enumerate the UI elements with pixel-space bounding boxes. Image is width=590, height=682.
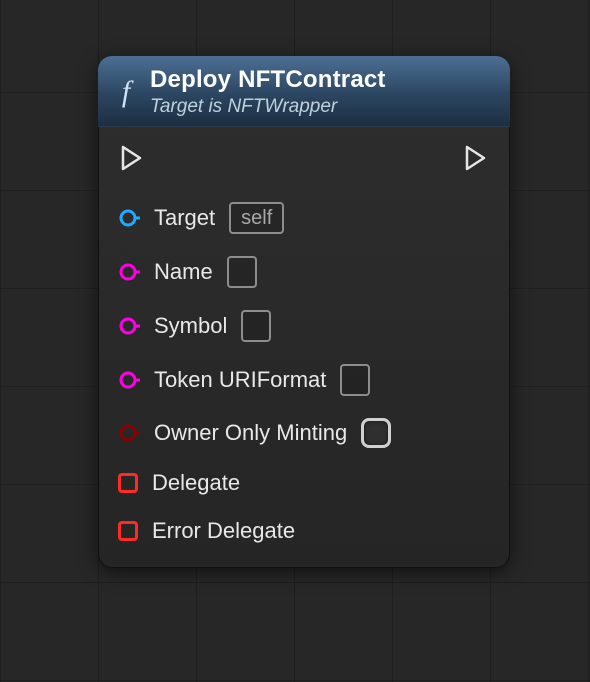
exec-out-pin[interactable] <box>464 145 488 176</box>
node-title: Deploy NFTContract <box>150 66 386 94</box>
delegate-pin-icon[interactable] <box>118 521 138 541</box>
blueprint-node[interactable]: f Deploy NFTContract Target is NFTWrappe… <box>98 56 510 568</box>
name-value-input[interactable] <box>227 256 257 288</box>
target-value-input[interactable]: self <box>229 202 284 234</box>
pin-label: Owner Only Minting <box>154 420 347 446</box>
pin-label: Error Delegate <box>152 518 295 544</box>
pin-label: Name <box>154 259 213 285</box>
node-subtitle: Target is NFTWrapper <box>150 96 386 118</box>
pin-row-delegate: Delegate <box>118 470 490 496</box>
pin-row-error-delegate: Error Delegate <box>118 518 490 544</box>
bool-pin-icon[interactable] <box>118 422 140 444</box>
function-icon: f <box>114 77 138 107</box>
owner-only-checkbox[interactable] <box>361 418 391 448</box>
exec-in-pin[interactable] <box>120 145 144 176</box>
pin-row-symbol: Symbol <box>118 310 490 342</box>
pin-row-target: Target self <box>118 202 490 234</box>
delegate-pin-icon[interactable] <box>118 473 138 493</box>
pin-label: Target <box>154 205 215 231</box>
pin-row-token-uri: Token URIFormat <box>118 364 490 396</box>
token-uri-value-input[interactable] <box>340 364 370 396</box>
pin-label: Delegate <box>152 470 240 496</box>
string-pin-icon[interactable] <box>118 315 140 337</box>
pin-label: Token URIFormat <box>154 367 326 393</box>
symbol-value-input[interactable] <box>241 310 271 342</box>
pin-row-owner-only: Owner Only Minting <box>118 418 490 448</box>
string-pin-icon[interactable] <box>118 369 140 391</box>
node-body: Target self Name Symbol Token URIFormat <box>98 127 510 568</box>
string-pin-icon[interactable] <box>118 261 140 283</box>
pin-row-name: Name <box>118 256 490 288</box>
pin-label: Symbol <box>154 313 227 339</box>
node-header[interactable]: f Deploy NFTContract Target is NFTWrappe… <box>98 56 510 127</box>
object-pin-icon[interactable] <box>118 207 140 229</box>
